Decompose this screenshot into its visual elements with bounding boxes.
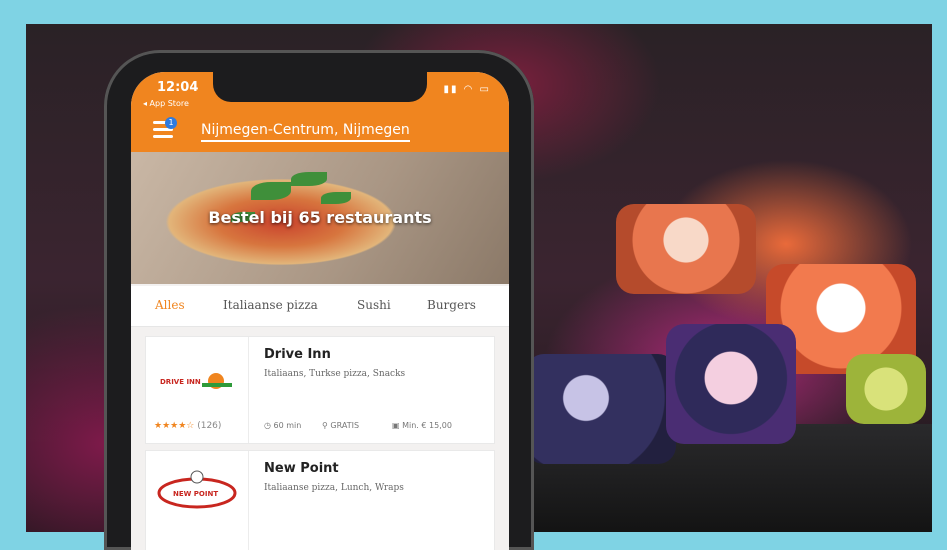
status-icons: ▮▮ ◠ ▭: [443, 84, 491, 95]
new-point-logo-icon: NEW POINT: [157, 470, 237, 509]
bike-icon: ⚲: [322, 421, 328, 430]
notification-badge: 1: [165, 117, 177, 129]
clock-icon: ◷: [264, 421, 271, 430]
hero-title: Bestel bij 65 restaurants: [208, 208, 432, 227]
minimum-order: ▣ Min. € 15,00: [392, 421, 452, 430]
svg-text:NEW POINT: NEW POINT: [173, 490, 218, 498]
app-screen: 12:04 ◂ App Store ▮▮ ◠ ▭ 1 Nijmegen-Cent…: [131, 72, 509, 550]
restaurant-cuisines: Italiaans, Turkse pizza, Snacks: [264, 369, 406, 379]
restaurant-logo: DRIVE INN ★★★★☆ (126): [146, 337, 249, 443]
rating-stars: ★★★★☆ (126): [154, 421, 222, 431]
back-to-app-store-link[interactable]: ◂ App Store: [143, 99, 189, 108]
sushi-piece: [666, 324, 796, 444]
tab-alles[interactable]: Alles: [155, 298, 185, 312]
restaurant-cuisines: Italiaanse pizza, Lunch, Wraps: [264, 483, 404, 493]
rating-count: (126): [197, 421, 222, 431]
delivery-time: ◷ 60 min: [264, 421, 302, 430]
tab-sushi[interactable]: Sushi: [357, 298, 391, 312]
restaurant-logo: NEW POINT: [146, 451, 249, 550]
sushi-piece: [526, 354, 676, 464]
delivery-cost: ⚲ GRATIS: [322, 421, 360, 430]
basil-leaf: [291, 172, 327, 186]
category-tabs: Alles Italiaanse pizza Sushi Burgers: [131, 286, 509, 327]
restaurant-name: New Point: [264, 461, 339, 476]
basil-leaf: [321, 192, 351, 204]
sushi-piece: [846, 354, 926, 424]
restaurant-card-drive-inn[interactable]: DRIVE INN ★★★★☆ (126) Drive Inn Italiaan…: [145, 336, 495, 444]
tab-italiaanse-pizza[interactable]: Italiaanse pizza: [223, 298, 318, 312]
location-selector[interactable]: Nijmegen-Centrum, Nijmegen: [201, 122, 410, 142]
restaurant-name: Drive Inn: [264, 347, 331, 362]
tab-burgers[interactable]: Burgers: [427, 298, 476, 312]
hero-banner: Bestel bij 65 restaurants: [131, 152, 509, 284]
restaurant-card-new-point[interactable]: NEW POINT New Point Italiaanse pizza, Lu…: [145, 450, 495, 550]
bag-icon: ▣: [392, 421, 400, 430]
basil-leaf: [251, 182, 291, 200]
phone-notch: [213, 72, 427, 102]
sushi-piece: [616, 204, 756, 294]
status-time: 12:04: [157, 80, 199, 95]
svg-text:DRIVE INN: DRIVE INN: [160, 378, 201, 386]
